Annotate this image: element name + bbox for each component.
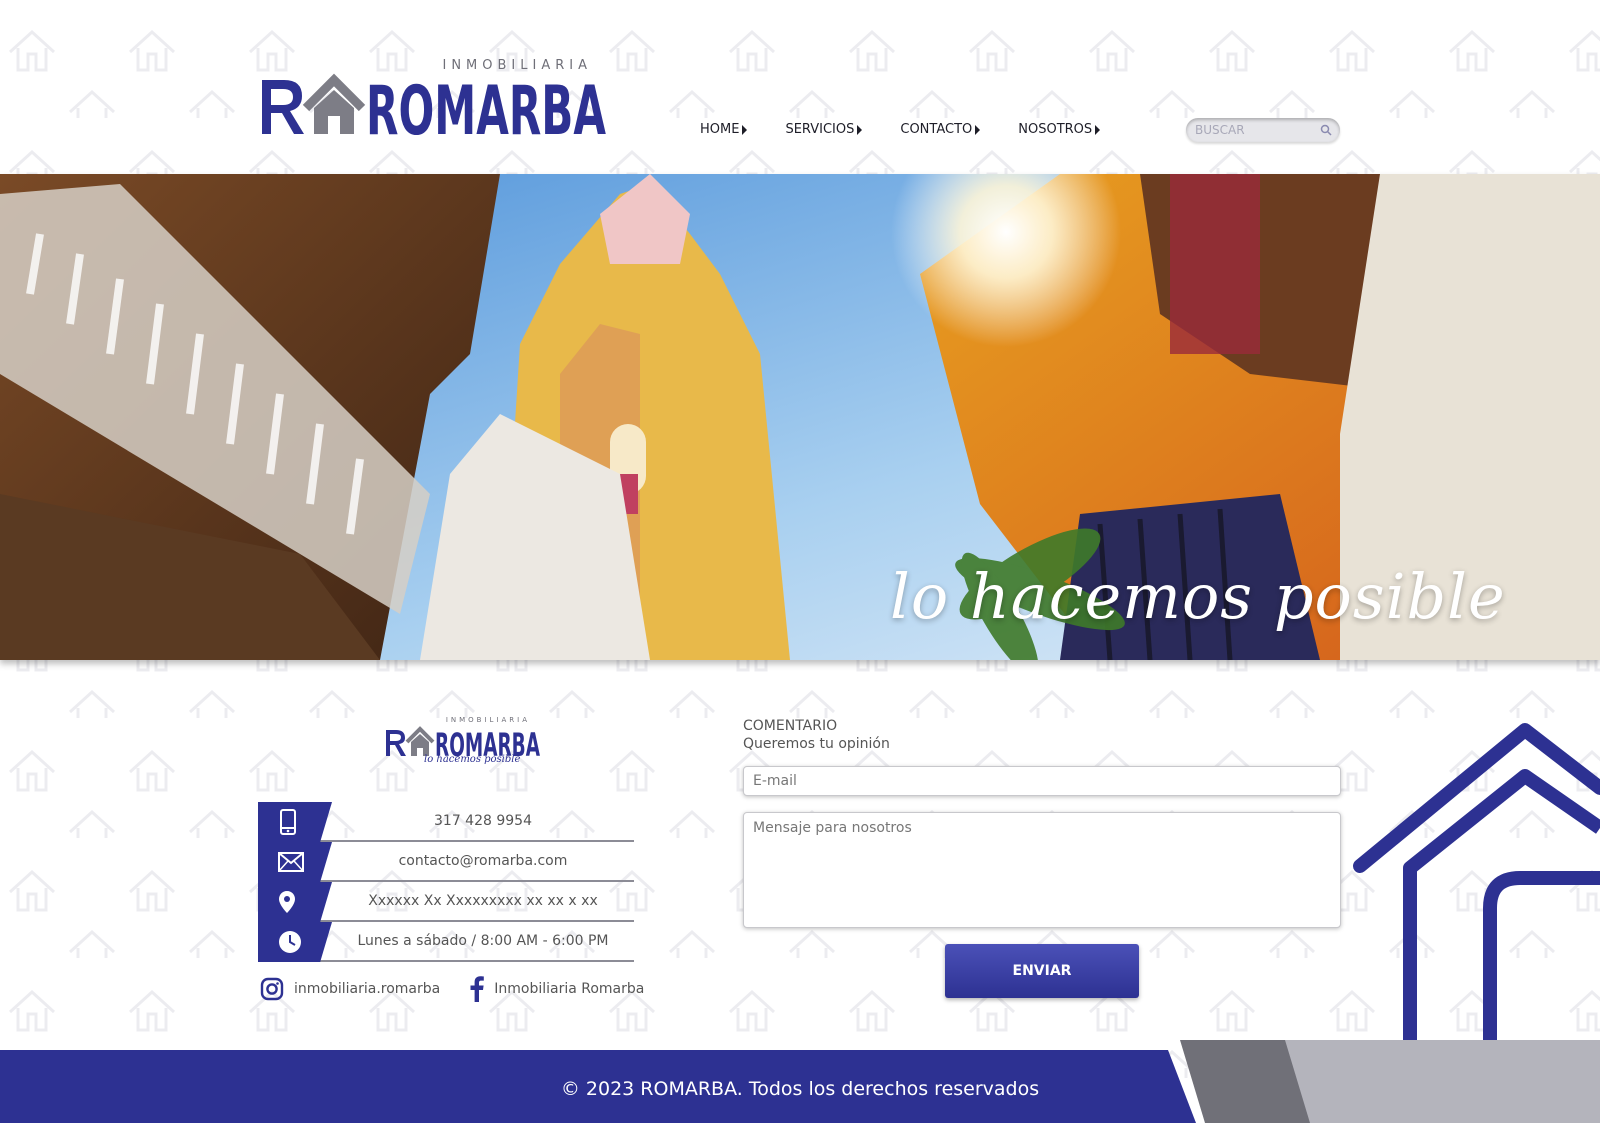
caret-right-icon <box>1095 124 1101 135</box>
contact-email: contacto@romarba.com <box>258 842 634 882</box>
contact-phone: 317 428 9954 <box>258 802 634 842</box>
form-title: COMENTARIO <box>743 718 838 734</box>
house-outline-decoration <box>1353 723 1600 1048</box>
search-icon[interactable] <box>1319 123 1333 137</box>
search-input[interactable] <box>1195 123 1315 137</box>
copyright-text: © 2023 ROMARBA. Todos los derechos reser… <box>560 1078 1040 1100</box>
envelope-icon <box>278 852 304 872</box>
address-text: Xxxxxx Xx Xxxxxxxxx xx xx x xx <box>368 893 598 909</box>
romarba-logo[interactable]: INMOBILIARIA ROMARBA <box>258 58 610 144</box>
contact-info: 317 428 9954 contacto@romarba.com Xxxxxx… <box>258 802 634 962</box>
logo-wordmark: ROMARBA <box>262 72 606 144</box>
site-header: INMOBILIARIA ROMARBA HOME SERVICIOS CONT… <box>0 0 1600 174</box>
social-links: inmobiliaria.romarba Inmobiliaria Romarb… <box>260 976 644 1002</box>
site-footer: © 2023 ROMARBA. Todos los derechos reser… <box>0 1040 1600 1123</box>
email-field[interactable] <box>743 766 1341 796</box>
nav-home[interactable]: HOME <box>700 122 748 137</box>
nav-nosotros[interactable]: NOSOTROS <box>1018 122 1101 137</box>
contact-address: Xxxxxx Xx Xxxxxxxxx xx xx x xx <box>258 882 634 922</box>
message-field[interactable] <box>743 812 1341 928</box>
main-nav: HOME SERVICIOS CONTACTO NOSOTROS <box>700 122 1101 137</box>
caret-right-icon <box>975 124 981 135</box>
hero-tagline: lo hacemos posible <box>890 560 1506 633</box>
email-address[interactable]: contacto@romarba.com <box>332 853 634 869</box>
nav-contacto[interactable]: CONTACTO <box>900 122 981 137</box>
location-pin-icon <box>279 891 295 913</box>
facebook-link[interactable]: Inmobiliaria Romarba <box>470 976 644 1002</box>
search-box <box>1186 118 1340 142</box>
instagram-icon <box>260 977 284 1001</box>
instagram-handle: inmobiliaria.romarba <box>294 981 441 997</box>
footer-logo: INMOBILIARIA ROMARBA lo hacemos posible <box>384 716 544 772</box>
facebook-page: Inmobiliaria Romarba <box>494 981 645 997</box>
form-subtitle: Queremos tu opinión <box>743 736 890 752</box>
business-hours: Lunes a sábado / 8:00 AM - 6:00 PM <box>357 933 609 949</box>
footer-logo-tagline: lo hacemos posible <box>424 754 521 765</box>
instagram-link[interactable]: inmobiliaria.romarba <box>260 977 440 1001</box>
caret-right-icon <box>857 124 863 135</box>
comment-form: COMENTARIO Queremos tu opinión ENVIAR <box>743 718 1341 998</box>
phone-number[interactable]: 317 428 9954 <box>332 813 634 829</box>
hero-banner: lo hacemos posible <box>0 174 1600 660</box>
clock-icon <box>279 931 301 953</box>
logo-text: ROMARBA <box>366 72 606 144</box>
send-button[interactable]: ENVIAR <box>945 944 1139 998</box>
nav-servicios[interactable]: SERVICIOS <box>785 122 863 137</box>
facebook-icon <box>470 976 485 1002</box>
phone-icon <box>280 809 296 835</box>
contact-hours: Lunes a sábado / 8:00 AM - 6:00 PM <box>258 922 634 962</box>
caret-right-icon <box>742 124 748 135</box>
